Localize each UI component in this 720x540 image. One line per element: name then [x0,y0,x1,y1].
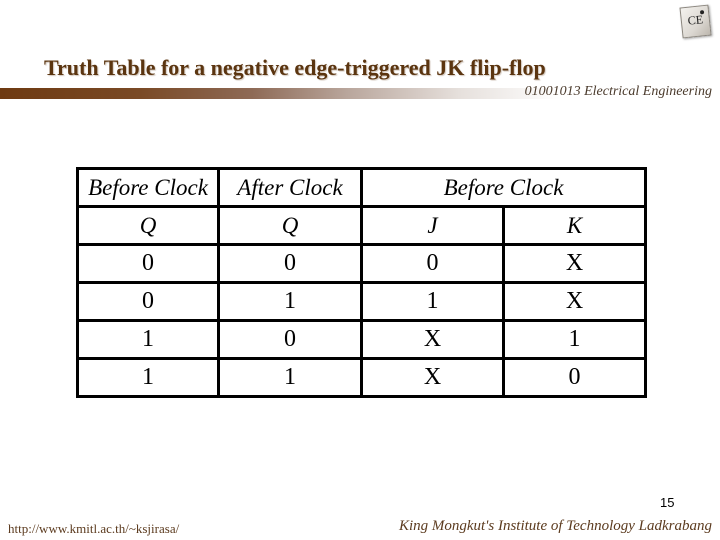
group-header-before-clock-q: Before Clock [76,167,220,208]
cell-q-after: 1 [217,281,363,322]
footer-institution: King Mongkut's Institute of Technology L… [398,518,712,534]
table-row: 0 1 1 X [76,281,647,322]
table-row: 1 0 X 1 [76,319,647,360]
table-row: 0 0 0 X [76,243,647,284]
cell-q-before: 0 [76,243,220,284]
logo-text: CE [686,12,704,28]
cell-q-before: 1 [76,357,220,398]
column-header-k: K [502,205,647,246]
cell-q-before: 1 [76,319,220,360]
cell-q-before: 0 [76,281,220,322]
column-header-q-before: Q [76,205,220,246]
cell-k: 0 [502,357,647,398]
column-header-row: Q Q J K [76,205,647,246]
truth-table: Before Clock After Clock Before Clock Q … [76,167,647,398]
column-header-q-after: Q [217,205,363,246]
column-header-j: J [360,205,505,246]
page-number: 15 [660,495,675,510]
cell-k: X [502,243,647,284]
table-row: 1 1 X 0 [76,357,647,398]
cell-k: 1 [502,319,647,360]
course-label: 01001013 Electrical Engineering [524,84,712,99]
cell-q-after: 1 [217,357,363,398]
slide-title: Truth Table for a negative edge-triggere… [44,55,546,80]
logo-dot [699,10,705,15]
group-header-before-clock-jk: Before Clock [360,167,647,208]
group-header-after-clock-q: After Clock [217,167,363,208]
cell-k: X [502,281,647,322]
cell-j: 1 [360,281,505,322]
footer-url[interactable]: http://www.kmitl.ac.th/~ksjirasa/ [8,521,179,537]
title-underline-bar [0,88,560,99]
cell-q-after: 0 [217,319,363,360]
cell-j: X [360,357,505,398]
cell-j: 0 [360,243,505,284]
ce-logo-icon: CE [679,4,712,39]
group-header-row: Before Clock After Clock Before Clock [76,167,647,208]
cell-j: X [360,319,505,360]
cell-q-after: 0 [217,243,363,284]
